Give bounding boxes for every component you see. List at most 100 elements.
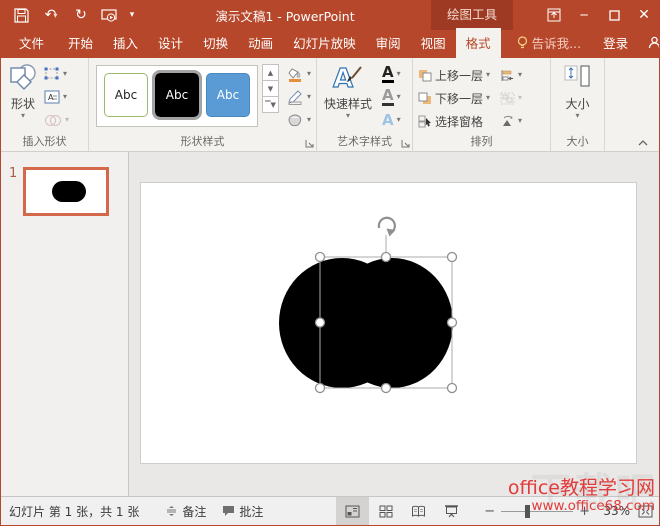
edit-shape-button[interactable]: ▾ <box>42 64 71 84</box>
slide-canvas[interactable] <box>140 182 637 464</box>
slide-1-thumbnail[interactable] <box>23 167 109 216</box>
shapes-icon <box>8 63 38 93</box>
shape-style-option-1[interactable]: Abc <box>104 73 148 117</box>
shape-effects-icon <box>287 113 304 128</box>
align-button[interactable]: ▾ <box>498 65 524 85</box>
send-backward-button[interactable]: 下移一层 ▾ <box>416 88 492 108</box>
slide-indicator: 幻灯片 第 1 张，共 1 张 <box>9 503 139 520</box>
tab-transitions[interactable]: 切换 <box>193 28 238 58</box>
text-fill-icon: A <box>382 65 394 83</box>
slideshow-view-button[interactable] <box>435 497 468 525</box>
tab-design[interactable]: 设计 <box>148 28 193 58</box>
tab-review[interactable]: 审阅 <box>366 28 411 58</box>
text-effects-button[interactable]: A ▾ <box>380 110 403 130</box>
gallery-down-icon[interactable]: ▼ <box>262 80 279 97</box>
ribbon-format: 形状 ▾ ▾ A ▾ ▾ 插入形状 <box>1 58 659 152</box>
shape-style-option-3[interactable]: Abc <box>206 73 250 117</box>
shape-fill-button[interactable]: ▾ <box>285 64 313 84</box>
tab-share[interactable]: 共享 <box>638 28 660 58</box>
quick-styles-button[interactable]: A 快速样式 ▾ <box>320 61 376 122</box>
minimize-icon[interactable]: ─ <box>569 0 599 30</box>
shape-fill-icon <box>287 67 304 82</box>
normal-view-button[interactable] <box>336 497 369 525</box>
edit-shape-icon <box>44 67 60 81</box>
window-controls: ─ ✕ <box>539 0 659 30</box>
shape-style-option-2-selected[interactable]: Abc <box>155 73 199 117</box>
tab-file[interactable]: 文件 <box>5 28 58 58</box>
slide-thumbnail-panel[interactable]: 1 <box>1 152 129 496</box>
start-slideshow-icon[interactable] <box>97 4 121 26</box>
slide-editor[interactable] <box>129 152 659 496</box>
merge-shapes-icon <box>44 114 62 127</box>
normal-view-icon <box>345 505 360 518</box>
text-outline-button[interactable]: A ▾ <box>380 87 403 107</box>
svg-text:A: A <box>48 93 54 102</box>
merge-shapes-button[interactable]: ▾ <box>42 110 71 130</box>
comments-button[interactable]: 批注 <box>222 503 263 520</box>
tab-slideshow[interactable]: 幻灯片放映 <box>283 28 366 58</box>
window-title: 演示文稿1 - PowerPoint <box>139 6 431 25</box>
save-icon[interactable] <box>9 4 33 26</box>
ribbon-tab-row: 文件 开始 插入 设计 切换 动画 幻灯片放映 审阅 视图 格式 告诉我... … <box>1 30 659 58</box>
tab-home[interactable]: 开始 <box>58 28 103 58</box>
shapes-button[interactable]: 形状 ▾ <box>4 61 42 122</box>
shape-styles-dialog-launcher-icon[interactable] <box>305 139 315 149</box>
title-bar: ↶▾ ↻ ▾ 演示文稿1 - PowerPoint 绘图工具 ─ ✕ <box>1 0 659 30</box>
bring-forward-button[interactable]: 上移一层 ▾ <box>416 65 492 85</box>
group-wordart-styles: A 快速样式 ▾ A ▾ A ▾ A ▾ <box>317 58 413 151</box>
wordart-styles-group-label: 艺术字样式 <box>317 133 412 149</box>
wordart-dialog-launcher-icon[interactable] <box>401 139 411 149</box>
size-button[interactable]: 大小 ▾ <box>559 61 597 122</box>
shape-outline-icon <box>287 90 304 105</box>
group-shape-styles: Abc Abc Abc ▲ ▼ ▔▼ ▾ ▾ ▾ <box>89 58 317 151</box>
size-icon <box>563 63 593 93</box>
shape-effects-button[interactable]: ▾ <box>285 110 313 130</box>
gallery-up-icon[interactable]: ▲ <box>262 64 279 81</box>
insert-shapes-group-label: 插入形状 <box>1 133 88 149</box>
tab-insert[interactable]: 插入 <box>103 28 148 58</box>
slide-sorter-icon <box>379 505 393 518</box>
tab-animations[interactable]: 动画 <box>238 28 283 58</box>
notes-button[interactable]: 备注 <box>165 503 206 520</box>
gallery-scroll: ▲ ▼ ▔▼ <box>262 65 279 113</box>
reading-view-icon <box>411 505 426 518</box>
text-fill-button[interactable]: A ▾ <box>380 64 403 84</box>
rotate-handle-icon[interactable] <box>379 218 396 237</box>
shape-style-gallery: Abc Abc Abc <box>96 65 258 127</box>
ribbon-display-options-icon[interactable] <box>539 0 569 30</box>
comments-label: 批注 <box>239 503 263 520</box>
text-box-icon: A <box>44 90 60 104</box>
group-objects-button[interactable]: ▾ <box>498 88 524 108</box>
slideshow-view-icon <box>444 505 459 518</box>
shape-outline-button[interactable]: ▾ <box>285 87 313 107</box>
gallery-more-icon[interactable]: ▔▼ <box>262 96 279 113</box>
selected-shape-graphic[interactable] <box>141 183 638 465</box>
maximize-icon[interactable] <box>599 0 629 30</box>
redo-icon[interactable]: ↻ <box>69 4 93 26</box>
tab-view[interactable]: 视图 <box>411 28 456 58</box>
comments-icon <box>222 505 235 517</box>
close-icon[interactable]: ✕ <box>629 0 659 30</box>
slide-sorter-view-button[interactable] <box>369 497 402 525</box>
text-outline-icon: A <box>382 88 394 106</box>
tab-sign-in[interactable]: 登录 <box>593 28 638 58</box>
bring-forward-label: 上移一层 <box>435 67 483 84</box>
person-icon <box>648 36 660 49</box>
rotate-objects-button[interactable]: ▾ <box>498 111 524 131</box>
tab-tell-me[interactable]: 告诉我... <box>507 28 591 58</box>
customize-qat-icon[interactable]: ▾ <box>125 4 139 26</box>
bring-forward-icon <box>418 69 432 82</box>
collapse-ribbon-icon[interactable] <box>637 139 649 147</box>
text-box-button[interactable]: A ▾ <box>42 87 71 107</box>
zoom-slider-thumb[interactable] <box>525 505 530 518</box>
selection-pane-button[interactable]: 选择窗格 <box>416 111 492 131</box>
thumbnail-shape <box>52 181 86 202</box>
size-group-label: 大小 <box>551 133 604 149</box>
slide-number: 1 <box>9 166 17 181</box>
rotate-objects-icon <box>500 115 515 128</box>
undo-icon[interactable]: ↶▾ <box>37 4 65 26</box>
reading-view-button[interactable] <box>402 497 435 525</box>
tab-format-active[interactable]: 格式 <box>456 28 501 58</box>
selection-pane-label: 选择窗格 <box>435 113 483 130</box>
zoom-out-icon[interactable]: − <box>478 504 501 519</box>
